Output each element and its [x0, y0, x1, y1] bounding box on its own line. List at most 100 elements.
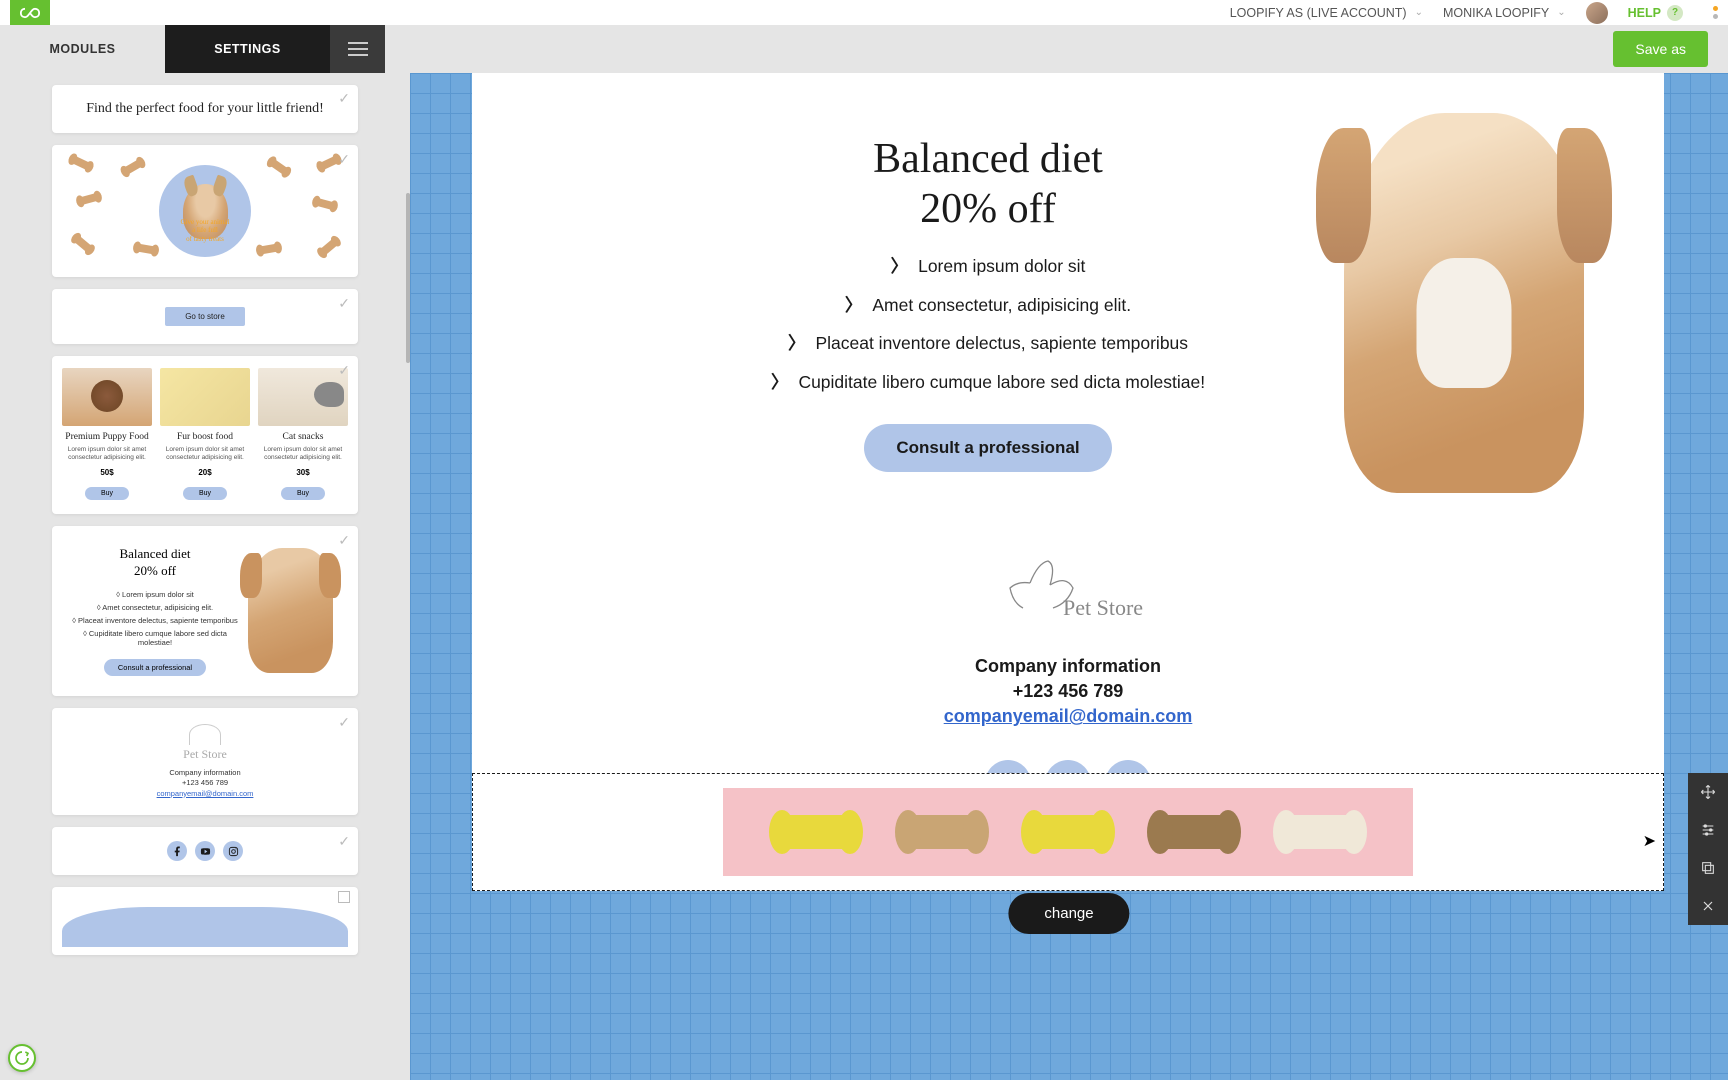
check-icon: ✓ [338, 91, 350, 108]
hamburger-toggle[interactable] [330, 25, 385, 73]
modules-sidebar[interactable]: ✓ Find the perfect food for your little … [0, 73, 410, 1080]
status-dot-orange [1713, 6, 1718, 11]
hero-title[interactable]: Balanced diet20% off [672, 134, 1304, 235]
bone-icon [71, 156, 91, 171]
bone-icon [319, 156, 339, 171]
user-selector[interactable]: MONIKA LOOPIFY ⌄ [1443, 6, 1566, 20]
module-thumb-cta[interactable]: ✓ Go to store [52, 289, 358, 344]
tab-settings[interactable]: SETTINGS [165, 25, 330, 73]
help-label: HELP [1628, 6, 1661, 20]
module-thumb-wave[interactable] [52, 887, 358, 955]
bone-icon [74, 235, 93, 253]
check-icon: ✓ [338, 295, 350, 312]
product-title: Fur boost food [160, 432, 250, 442]
support-widget[interactable] [8, 1044, 36, 1072]
dog-image [248, 548, 333, 673]
product-desc: Lorem ipsum dolor sit amet consectetur a… [258, 446, 348, 463]
module-thumb-socials[interactable]: ✓ [52, 827, 358, 875]
youtube-icon [195, 841, 215, 861]
buy-button: Buy [183, 487, 227, 500]
diet-bullets: ◊ Lorem ipsum dolor sit ◊ Amet consectet… [72, 590, 238, 647]
toolbar: MODULES SETTINGS Save as [0, 25, 1728, 73]
product-price: 50$ [62, 468, 152, 477]
change-button[interactable]: change [1008, 893, 1129, 934]
help-link[interactable]: HELP ? [1628, 5, 1683, 21]
product-title: Premium Puppy Food [62, 432, 152, 442]
check-icon: ✓ [338, 362, 350, 379]
bone-icon [781, 815, 851, 849]
buy-button: Buy [85, 487, 129, 500]
bullet-item[interactable]: Placeat inventore delectus, sapiente tem… [672, 331, 1304, 356]
bone-icon [123, 159, 143, 175]
bone-icon [1159, 815, 1229, 849]
save-button[interactable]: Save as [1613, 31, 1708, 67]
bone-icon [269, 159, 288, 176]
app-logo[interactable] [10, 0, 50, 25]
consult-button: Consult a professional [104, 659, 206, 676]
product-desc: Lorem ipsum dolor sit amet consectetur a… [62, 446, 152, 463]
duplicate-tool[interactable] [1688, 849, 1728, 887]
settings-tool[interactable] [1688, 811, 1728, 849]
company-info-label: Company information [975, 656, 1161, 676]
selected-module[interactable] [472, 773, 1664, 891]
company-email-link[interactable]: companyemail@domain.com [944, 706, 1193, 726]
product-image [258, 368, 348, 426]
email-content[interactable]: Balanced diet20% off Lorem ipsum dolor s… [472, 73, 1664, 836]
user-label: MONIKA LOOPIFY [1443, 6, 1549, 20]
module-thumb-headline[interactable]: ✓ Find the perfect food for your little … [52, 85, 358, 133]
account-selector[interactable]: LOOPIFY AS (LIVE ACCOUNT) ⌄ [1230, 6, 1423, 20]
check-icon: ✓ [338, 714, 350, 731]
company-info[interactable]: Company information +123 456 789 company… [472, 654, 1664, 730]
bone-icon [907, 815, 977, 849]
product-image [62, 368, 152, 426]
facebook-icon [167, 841, 187, 861]
product-col: Cat snacks Lorem ipsum dolor sit amet co… [258, 368, 348, 500]
top-header: LOOPIFY AS (LIVE ACCOUNT) ⌄ MONIKA LOOPI… [0, 0, 1728, 25]
tab-modules[interactable]: MODULES [0, 25, 165, 73]
product-title: Cat snacks [258, 432, 348, 442]
bone-icon [1285, 815, 1355, 849]
company-email-link: companyemail@domain.com [157, 789, 254, 798]
module-thumb-products[interactable]: ✓ Premium Puppy Food Lorem ipsum dolor s… [52, 356, 358, 514]
product-price: 30$ [258, 468, 348, 477]
bullet-item[interactable]: Lorem ipsum dolor sit [672, 254, 1304, 279]
hero-circle-text: Give your animala life fullof tasty trea… [181, 218, 230, 243]
status-dots [1713, 6, 1718, 19]
module-thumb-hero-bones[interactable]: ✓ Give your animala life fullof tasty tr… [52, 145, 358, 277]
canvas[interactable]: Balanced diet20% off Lorem ipsum dolor s… [410, 73, 1728, 1080]
check-icon: ✓ [338, 151, 350, 168]
pet-store-logo[interactable]: Pet Store [988, 553, 1148, 636]
product-image [160, 368, 250, 426]
bullet-item[interactable]: Amet consectetur, adipisicing elit. [672, 293, 1304, 318]
account-label: LOOPIFY AS (LIVE ACCOUNT) [1230, 6, 1407, 20]
company-phone: +123 456 789 [1013, 681, 1124, 701]
chevron-down-icon: ⌄ [1415, 7, 1423, 18]
status-dot-grey [1713, 14, 1718, 19]
bone-icon [315, 198, 334, 210]
product-col: Premium Puppy Food Lorem ipsum dolor sit… [62, 368, 152, 500]
main-area: ✓ Find the perfect food for your little … [0, 73, 1728, 1080]
hero-bullets[interactable]: Lorem ipsum dolor sit Amet consectetur, … [672, 254, 1304, 394]
svg-text:Pet Store: Pet Store [1063, 595, 1143, 620]
hero-section[interactable]: Balanced diet20% off Lorem ipsum dolor s… [472, 73, 1664, 533]
consult-button[interactable]: Consult a professional [864, 424, 1111, 472]
delete-tool[interactable] [1688, 887, 1728, 925]
module-headline-text: Find the perfect food for your little fr… [86, 101, 324, 116]
check-icon: ✓ [338, 833, 350, 850]
bullet-item[interactable]: Cupiditate libero cumque labore sed dict… [672, 370, 1304, 395]
product-desc: Lorem ipsum dolor sit amet consectetur a… [160, 446, 250, 463]
infinity-icon [20, 6, 40, 20]
buy-button: Buy [281, 487, 325, 500]
bone-icon [136, 243, 155, 254]
hero-circle: Give your animala life fullof tasty trea… [159, 165, 251, 257]
move-tool[interactable] [1688, 773, 1728, 811]
bones-strip-image[interactable] [723, 788, 1413, 876]
recycle-icon [14, 1050, 30, 1066]
avatar[interactable] [1586, 2, 1608, 24]
check-icon: ✓ [338, 532, 350, 549]
dog-image[interactable] [1344, 113, 1584, 493]
module-thumb-footer-info[interactable]: ✓ Pet Store Company information +123 456… [52, 708, 358, 816]
module-tools [1688, 773, 1728, 925]
module-thumb-diet[interactable]: ✓ Balanced diet20% off ◊ Lorem ipsum dol… [52, 526, 358, 696]
bone-icon [79, 193, 98, 205]
